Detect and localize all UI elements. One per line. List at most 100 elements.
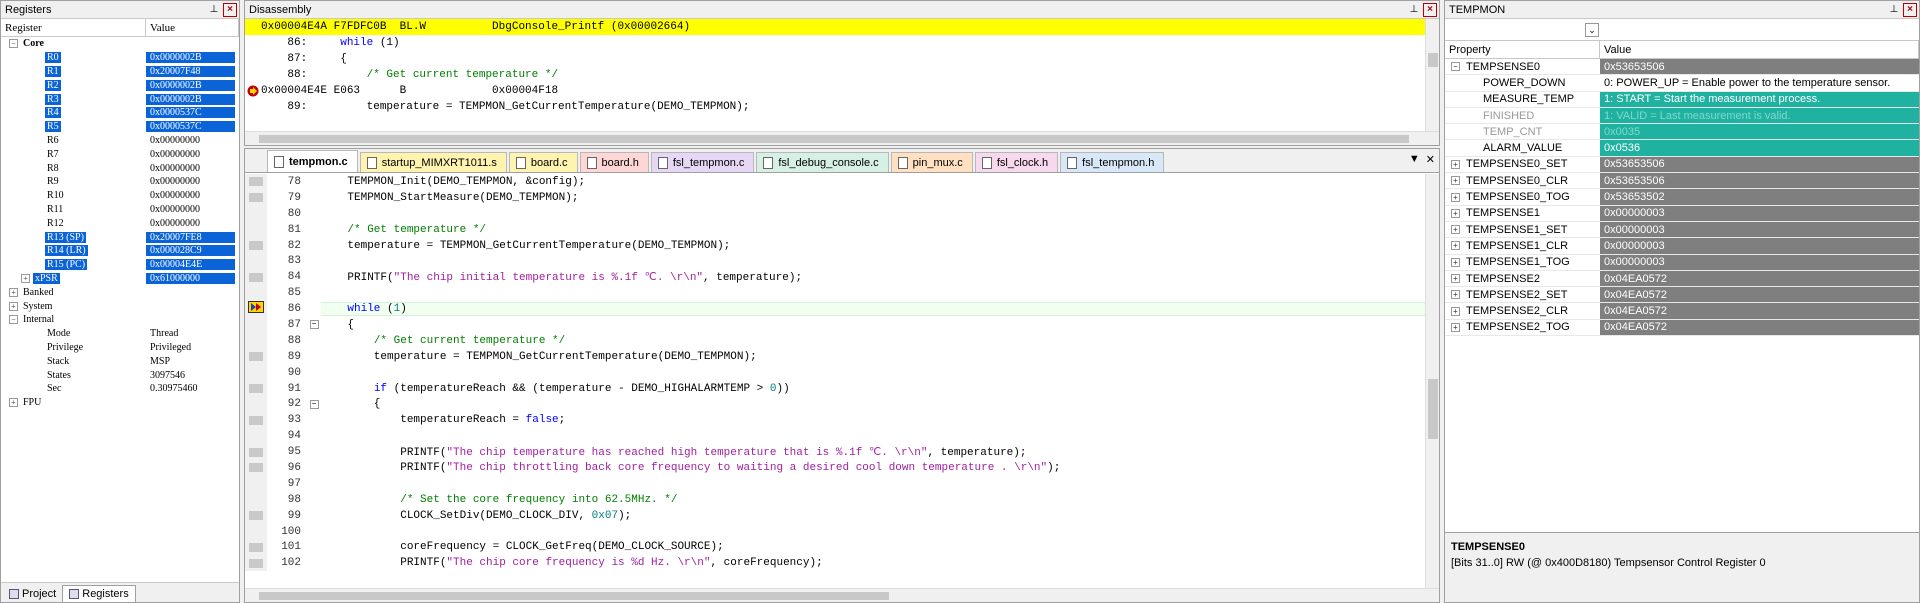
disassembly-hscrollbar[interactable] [245,131,1439,145]
property-value[interactable]: 0x04EA0572 [1600,319,1919,336]
breakpoint-slot[interactable] [249,511,263,521]
register-row[interactable]: R3 0x0000002B [1,92,239,106]
disassembly-view[interactable]: 0x00004E4A F7FDFC0B BL.W DbgConsole_Prin… [245,19,1425,131]
scroll-thumb[interactable] [1428,379,1438,439]
property-value[interactable]: 0x53653506 [1600,156,1919,173]
expand-icon[interactable]: + [1451,322,1460,332]
property-row[interactable]: + TEMPSENSE0_TOG 0x53653502 [1445,189,1919,206]
breakpoint-gutter[interactable] [245,475,267,492]
register-row[interactable]: + Banked [1,285,239,299]
expand-icon[interactable]: + [21,273,30,283]
expand-icon[interactable]: + [1451,241,1460,251]
breakpoint-slot[interactable] [249,193,263,203]
collapse-icon[interactable]: − [309,320,319,330]
register-row[interactable]: R4 0x0000537C [1,106,239,120]
breakpoint-gutter[interactable] [245,285,267,302]
scroll-thumb[interactable] [1428,53,1438,67]
pin-icon[interactable]: ⊥ [1407,3,1421,17]
property-row[interactable]: + TEMPSENSE2_CLR 0x04EA0572 [1445,303,1919,320]
breakpoint-slot[interactable] [249,463,263,473]
disassembly-line[interactable]: 87: { [245,51,1425,67]
expand-icon[interactable]: + [1451,306,1460,316]
breakpoint-gutter[interactable] [245,301,267,318]
property-value[interactable]: 0x00000003 [1600,254,1919,270]
tab-startup-mimxrt1011-s[interactable]: startup_MIMXRT1011.s [359,152,507,172]
code-line[interactable]: 100 [245,523,1425,540]
disassembly-line[interactable]: 88: /* Get current temperature */ [245,67,1425,83]
code-line[interactable]: 84 PRINTF("The chip initial temperature … [245,269,1425,286]
breakpoint-slot[interactable] [249,384,263,394]
code-line[interactable]: 94 [245,428,1425,445]
editor-hscrollbar[interactable] [245,588,1439,602]
property-value[interactable]: 0x53653506 [1600,59,1919,75]
scroll-thumb[interactable] [259,135,1409,143]
collapse-icon[interactable]: − [309,399,319,409]
breakpoint-gutter[interactable] [245,396,267,413]
property-row[interactable]: − TEMPSENSE0 0x53653506 [1445,59,1919,76]
close-tab-icon[interactable]: ✕ [1426,153,1435,166]
property-row[interactable]: + TEMPSENSE1_TOG 0x00000003 [1445,254,1919,271]
collapse-icon[interactable]: − [9,39,18,49]
tab-fsl-tempmon-h[interactable]: fsl_tempmon.h [1060,152,1165,172]
expand-icon[interactable]: + [1451,192,1460,202]
expand-icon[interactable]: + [1451,290,1460,300]
register-row[interactable]: Sec 0.30975460 [1,382,239,396]
property-value[interactable]: 0x0035 [1600,124,1919,140]
value-column-header[interactable]: Value [1600,41,1919,58]
code-line[interactable]: 98 /* Set the core frequency into 62.5MH… [245,491,1425,508]
breakpoint-slot[interactable] [249,241,263,250]
register-row[interactable]: R13 (SP) 0x20007FE8 [1,230,239,244]
close-icon[interactable]: × [1903,2,1917,17]
breakpoint-gutter[interactable] [245,364,267,381]
code-line[interactable]: 97 [245,475,1425,492]
register-row[interactable]: R1 0x20007F48 [1,65,239,79]
breakpoint-gutter[interactable] [245,460,267,476]
breakpoint-gutter[interactable] [245,332,267,349]
property-value[interactable]: 0x00000003 [1600,221,1919,238]
register-row[interactable]: R2 0x0000002B [1,78,239,92]
register-row[interactable]: R11 0x00000000 [1,203,239,217]
register-row[interactable]: States 3097546 [1,368,239,382]
code-line[interactable]: 96 PRINTF("The chip throttling back core… [245,460,1425,476]
tab-board-c[interactable]: board.c [508,152,578,172]
breakpoint-slot[interactable] [249,447,263,457]
code-line[interactable]: 78 TEMPMON_Init(DEMO_TEMPMON, &config); [245,174,1425,190]
register-row[interactable]: R5 0x0000537C [1,120,239,134]
disassembly-line[interactable]: 86: while (1) [245,35,1425,51]
expand-icon[interactable]: + [1451,159,1460,169]
code-line[interactable]: 89 temperature = TEMPMON_GetCurrentTempe… [245,348,1425,365]
code-line[interactable]: 99 CLOCK_SetDiv(DEMO_CLOCK_DIV, 0x07); [245,507,1425,524]
collapse-icon[interactable]: − [1451,62,1460,72]
breakpoint-slot[interactable] [249,558,263,568]
register-row[interactable]: R10 0x00000000 [1,189,239,203]
code-line[interactable]: 87− { [245,317,1425,333]
expand-icon[interactable]: + [1451,257,1460,267]
property-value[interactable]: 0x04EA0572 [1600,270,1919,287]
breakpoint-slot[interactable] [249,272,263,282]
code-line[interactable]: 80 [245,205,1425,222]
pin-icon[interactable]: ⊥ [207,3,221,17]
expand-icon[interactable]: + [1451,225,1460,235]
expand-icon[interactable]: + [1451,274,1460,283]
property-row[interactable]: + TEMPSENSE0_SET 0x53653506 [1445,156,1919,174]
property-row[interactable]: POWER_DOWN 0: POWER_UP = Enable power to … [1445,75,1919,92]
breakpoint-slot[interactable] [249,352,263,362]
property-row[interactable]: + TEMPSENSE1_CLR 0x00000003 [1445,238,1919,255]
code-line[interactable]: 95 PRINTF("The chip temperature has reac… [245,444,1425,461]
breakpoint-gutter[interactable] [245,507,267,524]
code-line[interactable]: 90 [245,364,1425,381]
breakpoint-gutter[interactable] [245,253,267,270]
breakpoint-gutter[interactable] [245,237,267,254]
register-row[interactable]: R12 0x00000000 [1,216,239,230]
property-row[interactable]: + TEMPSENSE1 0x00000003 [1445,205,1919,222]
register-row[interactable]: + xPSR 0x61000000 [1,272,239,286]
register-row[interactable]: Mode Thread [1,327,239,341]
disassembly-vscrollbar[interactable] [1425,19,1439,131]
pin-icon[interactable]: ⊥ [1887,3,1901,17]
code-editor[interactable]: 78 TEMPMON_Init(DEMO_TEMPMON, &config); 7… [245,174,1425,588]
property-value[interactable]: 1: START = Start the measurement process… [1600,91,1919,107]
property-value[interactable]: 0x04EA0572 [1600,287,1919,303]
register-row[interactable]: − Core [1,37,239,51]
editor-vscrollbar[interactable] [1425,174,1439,588]
breakpoint-slot[interactable] [249,177,263,187]
